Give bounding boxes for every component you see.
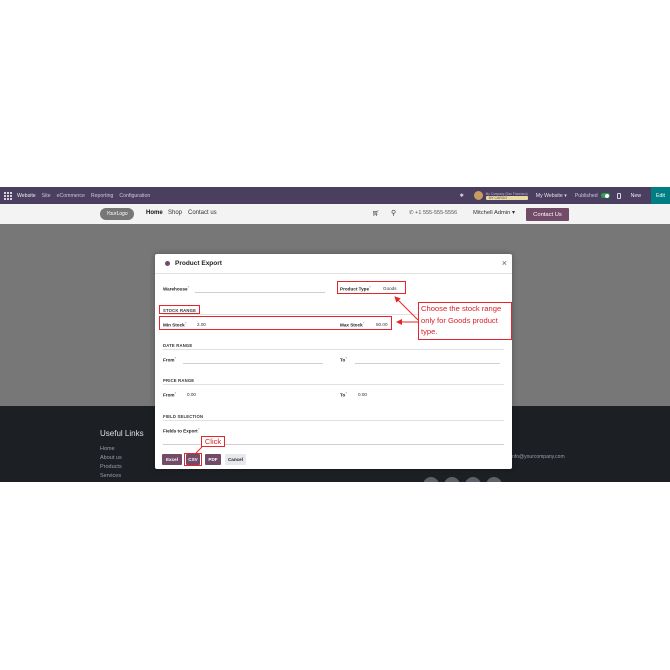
social-icon[interactable] <box>486 477 502 482</box>
price-from-input[interactable]: 0.00 <box>187 392 196 397</box>
divider <box>163 420 504 421</box>
date-to-label: To? <box>340 356 347 363</box>
site-logo[interactable]: YourLogo <box>100 208 134 220</box>
debug-icon[interactable]: ✱ <box>460 193 466 199</box>
nav-home[interactable]: Home <box>146 210 163 216</box>
price-range-heading: PRICE RANGE <box>163 378 195 383</box>
footer-links: Home About us Products Services <box>100 445 122 481</box>
footer-link-services[interactable]: Services <box>100 472 122 481</box>
new-button[interactable]: New <box>631 193 641 199</box>
phone-text: +1 555-555-5556 <box>415 210 458 216</box>
search-icon[interactable]: ⚲ <box>391 209 396 217</box>
footer-link-home[interactable]: Home <box>100 445 122 454</box>
screenshot-region: Website Site eCommerce Reporting Configu… <box>0 187 670 482</box>
date-from-label: From? <box>163 356 177 363</box>
cart-icon[interactable]: 🛒︎ <box>372 210 380 217</box>
warehouse-label: Warehouse? <box>163 285 190 292</box>
social-icon[interactable] <box>423 477 439 482</box>
csv-button-highlight <box>184 453 202 466</box>
price-to-label: To? <box>340 391 347 398</box>
user-avatar[interactable] <box>473 191 483 200</box>
useful-links-heading: Useful Links <box>100 429 144 438</box>
annotation-callout: Choose the stock range only for Goods pr… <box>418 302 512 340</box>
mobile-preview-icon[interactable] <box>616 192 621 199</box>
excel-button[interactable]: Excel <box>162 454 182 465</box>
cancel-button[interactable]: Cancel <box>225 454 246 465</box>
phone-number[interactable]: ✆ +1 555-555-5556 <box>409 210 457 216</box>
nav-shop[interactable]: Shop <box>168 210 182 216</box>
edit-button[interactable]: Edit <box>651 187 670 204</box>
menu-reporting[interactable]: Reporting <box>91 193 114 199</box>
user-name: Mitchell Admin <box>473 210 511 216</box>
date-to-input[interactable] <box>355 363 500 364</box>
company-badge: MY CARGO <box>485 195 528 200</box>
fields-to-export-label: Fields to Export? <box>163 427 200 434</box>
menu-ecommerce[interactable]: eCommerce <box>57 193 85 199</box>
module-icon <box>165 261 170 266</box>
menu-site[interactable]: Site <box>42 193 51 199</box>
social-icon[interactable] <box>465 477 481 482</box>
divider <box>163 384 504 385</box>
social-icon[interactable] <box>444 477 460 482</box>
social-links <box>423 477 502 482</box>
nav-contact-us[interactable]: Contact us <box>188 210 217 216</box>
contact-us-button[interactable]: Contact Us <box>526 208 569 221</box>
footer-link-products[interactable]: Products <box>100 463 122 472</box>
company-name: My Company (San Francisco) <box>485 191 528 196</box>
price-from-label: From? <box>163 391 177 398</box>
company-switcher[interactable]: My Company (San Francisco) MY CARGO <box>485 191 528 200</box>
published-label: Published <box>574 192 598 199</box>
my-website-dropdown[interactable]: My Website ▾ <box>536 193 567 199</box>
divider <box>163 349 504 350</box>
pdf-button[interactable]: PDF <box>205 454 221 465</box>
warehouse-field[interactable] <box>195 292 325 293</box>
date-range-heading: DATE RANGE <box>163 343 193 348</box>
menu-configuration[interactable]: Configuration <box>119 193 150 199</box>
close-icon[interactable]: × <box>502 258 507 268</box>
menu-website[interactable]: Website <box>17 193 36 199</box>
my-website-label: My Website <box>535 192 563 199</box>
product-type-highlight <box>337 281 406 294</box>
min-max-stock-highlight <box>159 316 392 330</box>
click-annotation: Click <box>201 436 225 447</box>
footer-link-about[interactable]: About us <box>100 454 122 463</box>
website-header: YourLogo Home Shop Contact us 🛒︎ ⚲ ✆ +1 … <box>0 204 670 224</box>
apps-menu-icon[interactable] <box>4 191 14 200</box>
admin-top-bar: Website Site eCommerce Reporting Configu… <box>0 187 670 204</box>
field-selection-heading: FIELD SELECTION <box>163 414 204 419</box>
user-menu[interactable]: Mitchell Admin ▾ <box>473 210 515 216</box>
price-to-input[interactable]: 0.00 <box>358 392 367 397</box>
dialog-header: Product Export × <box>155 254 512 274</box>
published-toggle[interactable] <box>600 193 610 198</box>
stock-range-highlight <box>159 305 200 314</box>
dialog-title: Product Export <box>175 260 222 267</box>
date-from-input[interactable] <box>183 363 323 364</box>
footer-email[interactable]: info@yourcompany.com <box>511 454 565 460</box>
